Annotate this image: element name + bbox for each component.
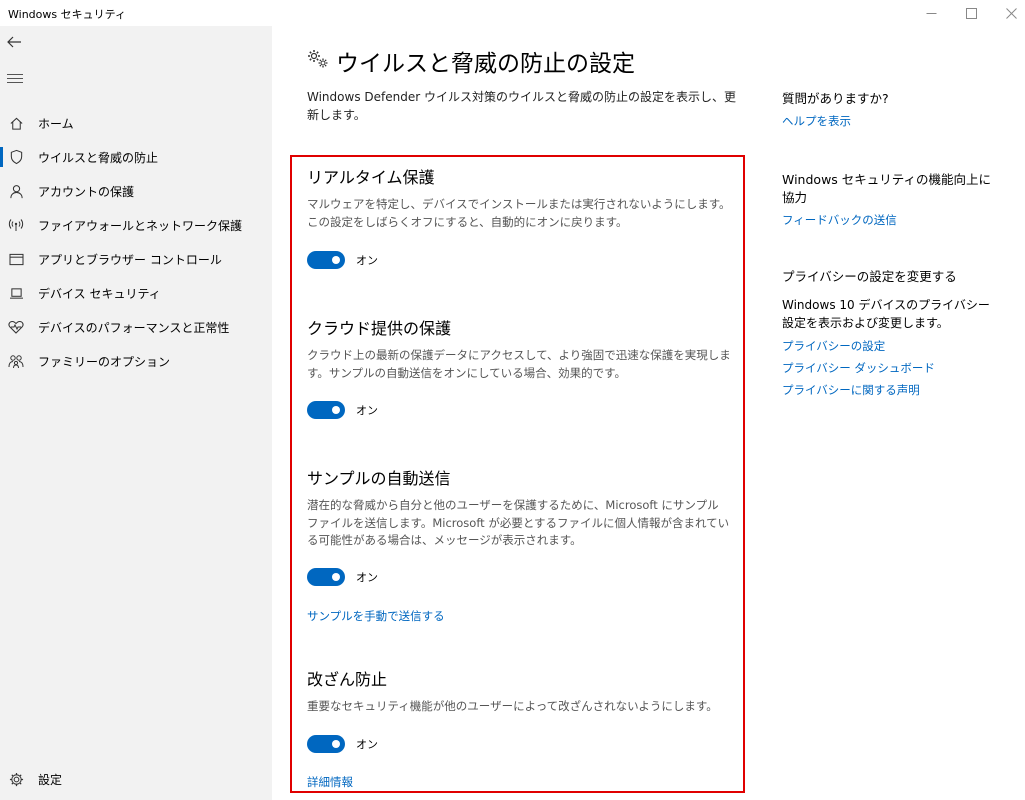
sidebar-item-device-performance[interactable]: デバイスのパフォーマンスと正常性	[0, 310, 272, 344]
heart-pulse-icon	[1, 310, 31, 344]
toggle-row: オン	[307, 251, 378, 269]
sidebar-item-firewall[interactable]: ファイアウォールとネットワーク保護	[0, 208, 272, 242]
feedback-section: Windows セキュリティの機能向上に協力 フィードバックの送信	[782, 171, 997, 229]
privacy-statement-link[interactable]: プライバシーに関する声明	[782, 381, 997, 399]
window-title: Windows セキュリティ	[8, 8, 126, 21]
toggle-state-label: オン	[356, 738, 378, 751]
shield-icon	[1, 140, 31, 174]
back-button[interactable]	[6, 34, 30, 54]
sidebar-item-label: ウイルスと脅威の防止	[38, 150, 159, 165]
section-title: クラウド提供の保護	[307, 319, 452, 338]
learn-more-link[interactable]: 詳細情報	[307, 774, 353, 790]
sidebar-item-settings[interactable]: 設定	[0, 762, 272, 796]
cloud-protection-toggle[interactable]	[307, 401, 345, 419]
section-description: 潜在的な脅威から自分と他のユーザーを保護するために、Microsoft にサンプ…	[307, 498, 730, 547]
toggle-row: オン	[307, 568, 378, 586]
sidebar-item-device-security[interactable]: デバイス セキュリティ	[0, 276, 272, 310]
app-window-icon	[1, 242, 31, 276]
section-title: リアルタイム保護	[307, 168, 435, 187]
settings-label: 設定	[38, 772, 63, 787]
privacy-description: Windows 10 デバイスのプライバシー設定を表示および変更します。	[782, 298, 990, 330]
gear-icon	[1, 762, 31, 796]
section-realtime-protection: リアルタイム保護 マルウェアを特定し、デバイスでインストールまたは実行されないよ…	[307, 164, 732, 269]
help-section: 質問がありますか? ヘルプを表示	[782, 90, 997, 130]
help-title: 質問がありますか?	[782, 91, 889, 106]
privacy-settings-link[interactable]: プライバシーの設定	[782, 337, 997, 355]
sidebar-item-label: ファミリーのオプション	[38, 354, 171, 369]
section-tamper-protection: 改ざん防止 重要なセキュリティ機能が他のユーザーによって改ざんされないようにしま…	[307, 666, 732, 789]
get-help-link[interactable]: ヘルプを表示	[782, 112, 997, 130]
section-automatic-sample-submission: サンプルの自動送信 潜在的な脅威から自分と他のユーザーを保護するために、Micr…	[307, 465, 732, 623]
toggle-row: オン	[307, 735, 378, 753]
section-description: マルウェアを特定し、デバイスでインストールまたは実行されないようにします。この設…	[307, 197, 731, 229]
sidebar-item-family-options[interactable]: ファミリーのオプション	[0, 344, 272, 378]
home-icon	[1, 106, 31, 140]
sidebar-item-label: デバイス セキュリティ	[38, 286, 161, 301]
page-header: ウイルスと脅威の防止の設定	[306, 44, 635, 78]
sidebar: ホーム ウイルスと脅威の防止 アカウントの保護 ファイアウォールとネットワーク保…	[0, 26, 272, 800]
laptop-icon	[1, 276, 31, 310]
privacy-title: プライバシーの設定を変更する	[782, 269, 957, 284]
privacy-dashboard-link[interactable]: プライバシー ダッシュボード	[782, 359, 997, 377]
sidebar-item-label: デバイスのパフォーマンスと正常性	[38, 320, 230, 335]
sidebar-item-label: アプリとブラウザー コントロール	[38, 252, 222, 267]
sidebar-item-app-browser[interactable]: アプリとブラウザー コントロール	[0, 242, 272, 276]
tamper-protection-toggle[interactable]	[307, 735, 345, 753]
wifi-icon	[1, 208, 31, 242]
submit-sample-manually-link[interactable]: サンプルを手動で送信する	[307, 608, 445, 624]
section-description: クラウド上の最新の保護データにアクセスして、より強固で迅速な保護を実現します。サ…	[307, 348, 731, 380]
section-title: 改ざん防止	[307, 670, 388, 689]
realtime-protection-toggle[interactable]	[307, 251, 345, 269]
minimize-icon	[926, 12, 936, 14]
main-content: ウイルスと脅威の防止の設定 Windows Defender ウイルス対策のウイ…	[272, 26, 1025, 800]
gears-icon	[306, 48, 330, 74]
close-icon	[1005, 7, 1017, 19]
privacy-section: プライバシーの設定を変更する Windows 10 デバイスのプライバシー設定を…	[782, 268, 997, 399]
sidebar-item-label: ファイアウォールとネットワーク保護	[38, 218, 243, 233]
person-icon	[1, 174, 31, 208]
close-button[interactable]	[988, 0, 1025, 26]
toggle-state-label: オン	[356, 404, 378, 417]
maximize-icon	[965, 7, 977, 19]
title-bar: Windows セキュリティ	[0, 0, 1025, 26]
section-description: 重要なセキュリティ機能が他のユーザーによって改ざんされないようにします。	[307, 699, 718, 713]
section-title: サンプルの自動送信	[307, 469, 451, 488]
family-icon	[1, 344, 31, 378]
sample-submission-toggle[interactable]	[307, 568, 345, 586]
toggle-state-label: オン	[356, 571, 378, 584]
sidebar-item-virus-protection[interactable]: ウイルスと脅威の防止	[0, 140, 272, 174]
toggle-state-label: オン	[356, 254, 378, 267]
sidebar-item-home[interactable]: ホーム	[0, 106, 272, 140]
page-title: ウイルスと脅威の防止の設定	[336, 51, 635, 77]
section-cloud-protection: クラウド提供の保護 クラウド上の最新の保護データにアクセスして、より強固で迅速な…	[307, 315, 732, 419]
toggle-row: オン	[307, 401, 378, 419]
send-feedback-link[interactable]: フィードバックの送信	[782, 211, 997, 229]
sidebar-item-account-protection[interactable]: アカウントの保護	[0, 174, 272, 208]
sidebar-item-label: アカウントの保護	[38, 184, 135, 199]
sidebar-item-label: ホーム	[38, 116, 74, 131]
back-arrow-icon	[7, 36, 21, 48]
page-description: Windows Defender ウイルス対策のウイルスと脅威の防止の設定を表示…	[307, 90, 736, 122]
improve-title: Windows セキュリティの機能向上に協力	[782, 172, 992, 205]
menu-button[interactable]	[7, 74, 23, 86]
